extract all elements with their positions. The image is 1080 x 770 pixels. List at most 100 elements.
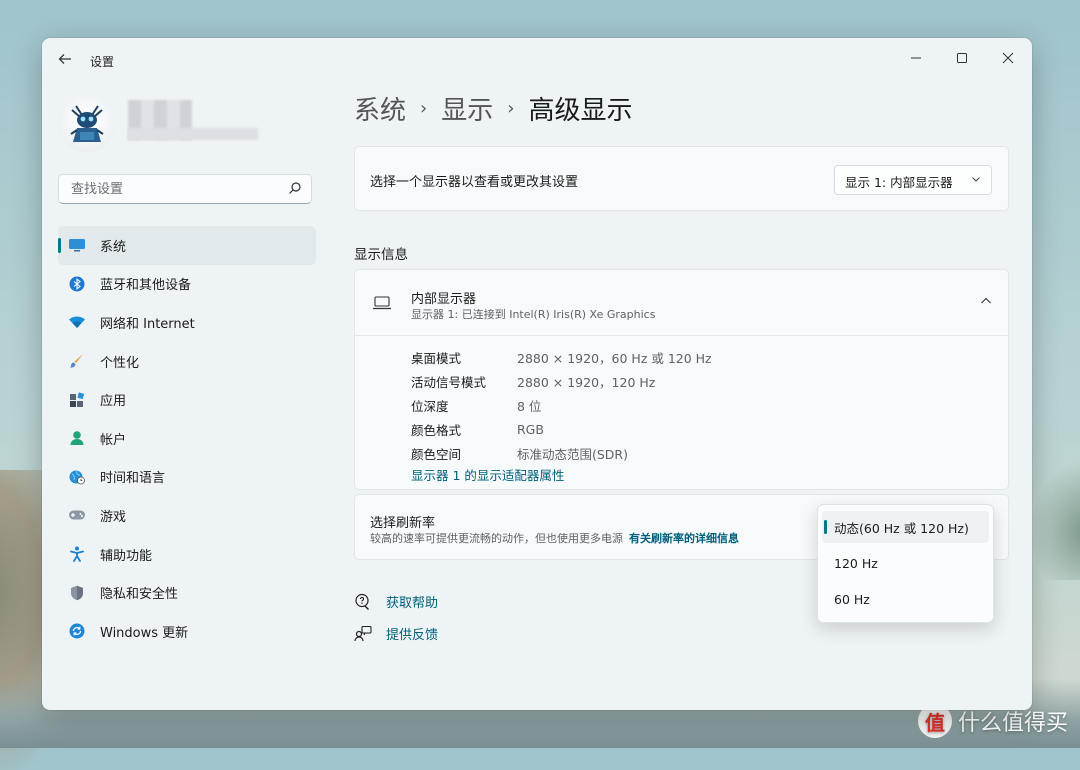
wifi-icon [68, 313, 86, 331]
info-key: 位深度 [411, 398, 449, 414]
info-key: 颜色格式 [411, 422, 462, 438]
info-key: 颜色空间 [411, 446, 462, 462]
refresh-rate-description-text: 较高的速率可提供更流畅的动作，但也使用更多电源 [370, 532, 623, 545]
sidebar-item-label: 辅助功能 [100, 548, 153, 564]
get-help-link[interactable]: 获取帮助 [354, 592, 438, 611]
profile-email-redacted [128, 128, 258, 140]
refresh-option-dynamic[interactable]: 动态(60 Hz 或 120 Hz) [822, 511, 989, 543]
display-info-section-title: 显示信息 [354, 247, 408, 263]
chevron-down-icon [971, 174, 981, 187]
breadcrumb: 系统 › 显示 › 高级显示 [354, 90, 632, 127]
info-value: 2880 × 1920，60 Hz 或 120 Hz [517, 351, 712, 367]
display-connection: 显示器 1: 已连接到 Intel(R) Iris(R) Xe Graphics [411, 308, 656, 321]
feedback-link[interactable]: 提供反馈 [354, 624, 438, 643]
sidebar-item-bluetooth[interactable]: 蓝牙和其他设备 [58, 265, 316, 304]
sidebar-item-label: 蓝牙和其他设备 [100, 278, 192, 294]
back-arrow-icon [58, 54, 71, 64]
avatar-robot-icon [70, 105, 104, 142]
title-bar: 设置 [42, 38, 1032, 80]
sidebar-item-label: 帐户 [100, 432, 127, 448]
display-info-header[interactable]: 内部显示器 显示器 1: 已连接到 Intel(R) Iris(R) Xe Gr… [355, 270, 1008, 336]
info-value: RGB [517, 421, 544, 437]
sidebar-item-accounts[interactable]: 帐户 [58, 419, 316, 458]
sidebar-item-label: 系统 [100, 239, 127, 255]
refresh-option-120hz[interactable]: 120 Hz [822, 547, 989, 579]
minimize-icon [911, 57, 921, 59]
maximize-button[interactable] [940, 44, 984, 72]
maximize-icon [957, 53, 967, 63]
refresh-rate-info-link[interactable]: 有关刷新率的详细信息 [629, 532, 739, 545]
display-name: 内部显示器 [411, 292, 477, 307]
display-info-card: 内部显示器 显示器 1: 已连接到 Intel(R) Iris(R) Xe Gr… [354, 269, 1009, 490]
search-input[interactable] [69, 181, 283, 198]
breadcrumb-display[interactable]: 显示 [441, 90, 493, 127]
info-value: 2880 × 1920，120 Hz [517, 375, 656, 391]
sidebar-item-label: 时间和语言 [100, 471, 166, 487]
info-row: 颜色格式 RGB [411, 417, 712, 441]
search-icon[interactable] [288, 181, 302, 195]
info-key: 活动信号模式 [411, 375, 487, 391]
info-key: 桌面模式 [411, 351, 462, 367]
laptop-icon [372, 295, 392, 314]
sidebar-item-accessibility[interactable]: 辅助功能 [58, 535, 316, 574]
sidebar-item-privacy[interactable]: 隐私和安全性 [58, 573, 316, 612]
adapter-properties-link[interactable]: 显示器 1 的显示适配器属性 [411, 465, 564, 484]
sidebar-item-label: 隐私和安全性 [100, 587, 179, 603]
sidebar-item-label: 网络和 Internet [100, 316, 195, 332]
feedback-label: 提供反馈 [386, 628, 439, 643]
sidebar-item-windows-update[interactable]: Windows 更新 [58, 612, 316, 651]
breadcrumb-separator: › [420, 98, 428, 119]
bluetooth-icon [68, 275, 86, 293]
settings-window: 设置 系统 蓝牙和其他设备 [42, 38, 1032, 710]
app-title: 设置 [90, 55, 115, 69]
sidebar-item-personalization[interactable]: 个性化 [58, 342, 316, 381]
shield-icon [68, 584, 86, 602]
update-icon [68, 622, 86, 640]
sidebar-item-network[interactable]: 网络和 Internet [58, 303, 316, 342]
refresh-rate-dropdown-menu: 动态(60 Hz 或 120 Hz) 120 Hz 60 Hz [817, 504, 994, 623]
info-row: 位深度 8 位 [411, 394, 712, 418]
page-title: 高级显示 [528, 96, 633, 126]
minimize-button[interactable] [894, 44, 938, 72]
info-row: 颜色空间 标准动态范围(SDR) [411, 441, 712, 465]
breadcrumb-separator: › [507, 98, 515, 119]
refresh-rate-title: 选择刷新率 [370, 516, 436, 531]
display-info-rows: 桌面模式 2880 × 1920，60 Hz 或 120 Hz 活动信号模式 288… [411, 346, 712, 465]
info-value: 标准动态范围(SDR) [517, 446, 628, 462]
system-display-icon [68, 236, 86, 254]
sidebar-item-gaming[interactable]: 游戏 [58, 496, 316, 535]
sidebar-item-apps[interactable]: 应用 [58, 380, 316, 419]
breadcrumb-system[interactable]: 系统 [354, 90, 406, 127]
select-display-label: 选择一个显示器以查看或更改其设置 [370, 175, 579, 190]
account-icon [68, 429, 86, 447]
sidebar-item-label: 游戏 [100, 509, 127, 525]
feedback-icon [354, 625, 372, 643]
sidebar-item-time-language[interactable]: 时间和语言 [58, 458, 316, 497]
sidebar-item-label: 个性化 [100, 355, 140, 371]
search-box[interactable] [58, 174, 312, 204]
info-row: 桌面模式 2880 × 1920，60 Hz 或 120 Hz [411, 346, 712, 370]
accessibility-icon [68, 545, 86, 563]
gamepad-icon [68, 506, 86, 524]
refresh-option-60hz[interactable]: 60 Hz [822, 583, 989, 615]
info-value: 8 位 [517, 398, 542, 414]
get-help-label: 获取帮助 [386, 596, 439, 611]
close-icon [1002, 52, 1014, 64]
background-hill-right [1030, 460, 1080, 580]
back-button[interactable] [54, 48, 76, 70]
apps-icon [68, 391, 86, 409]
brush-icon [68, 352, 86, 370]
sidebar-item-label: Windows 更新 [100, 625, 189, 641]
info-row: 活动信号模式 2880 × 1920，120 Hz [411, 370, 712, 394]
chevron-up-icon[interactable] [980, 295, 992, 309]
select-display-card: 选择一个显示器以查看或更改其设置 显示 1: 内部显示器 [354, 146, 1009, 211]
display-select-dropdown[interactable]: 显示 1: 内部显示器 [834, 165, 992, 195]
close-button[interactable] [986, 44, 1030, 72]
sidebar-item-system[interactable]: 系统 [58, 226, 316, 265]
help-chat-icon [354, 593, 372, 611]
refresh-rate-description: 较高的速率可提供更流畅的动作，但也使用更多电源 有关刷新率的详细信息 [370, 530, 739, 546]
avatar[interactable] [58, 94, 116, 152]
sidebar-item-label: 应用 [100, 394, 127, 410]
globe-clock-icon [68, 468, 86, 486]
sidebar-nav: 系统 蓝牙和其他设备 网络和 Internet 个性化 应用 帐户 时间和语言 [58, 226, 316, 651]
